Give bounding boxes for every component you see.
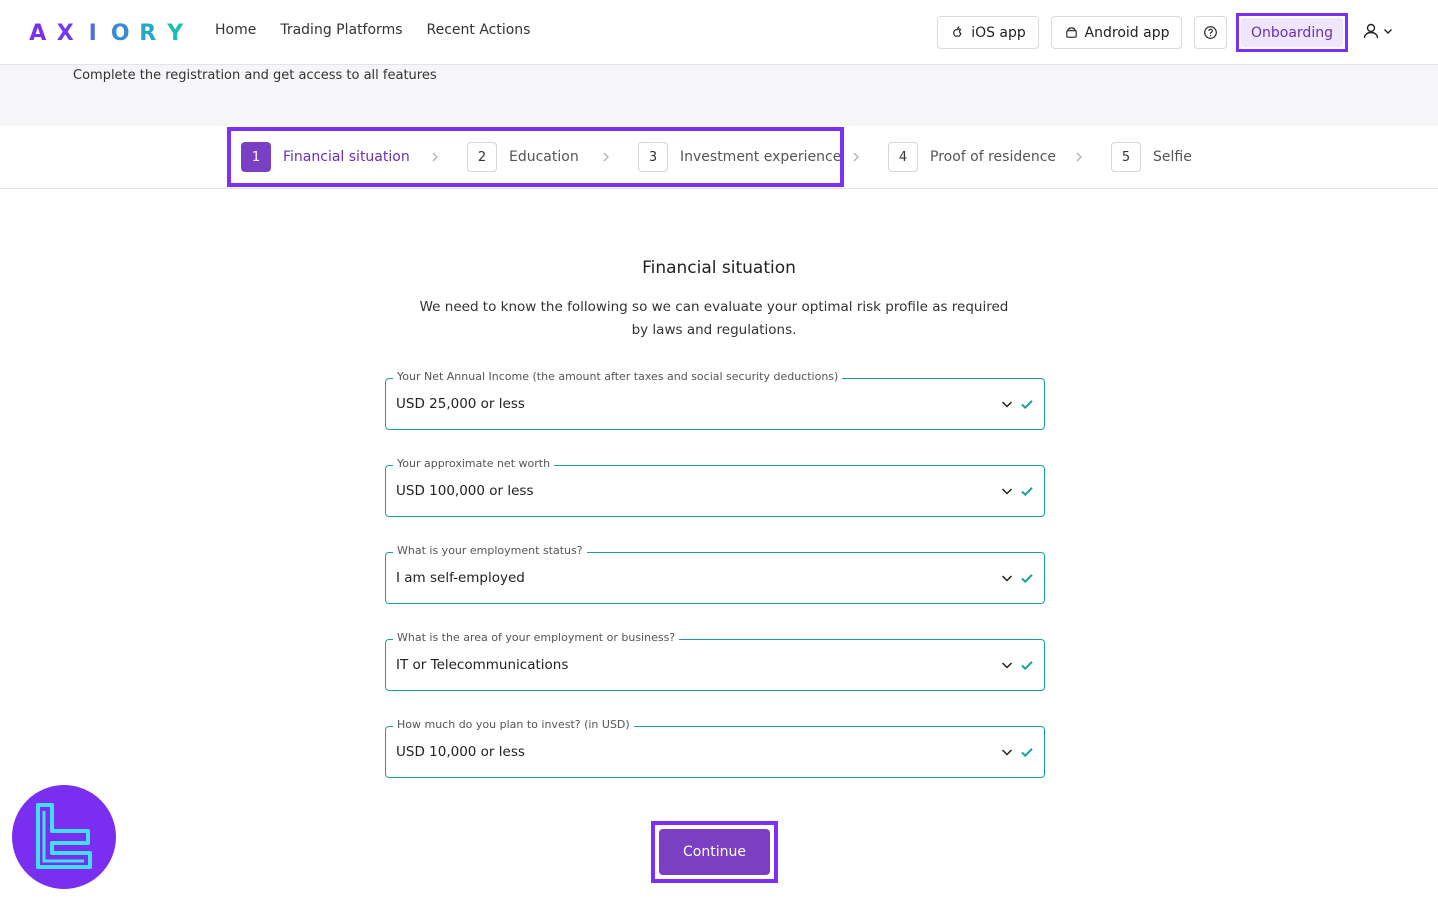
chevron-down-icon bbox=[1001, 749, 1013, 756]
step-education[interactable]: 2 Education bbox=[467, 142, 579, 172]
check-icon bbox=[1021, 574, 1033, 584]
employment-area-select[interactable]: What is the area of your employment or b… bbox=[385, 631, 1045, 691]
onboarding-button[interactable]: Onboarding bbox=[1241, 18, 1343, 47]
field-label: What is the area of your employment or b… bbox=[393, 631, 680, 644]
logo-letter: X bbox=[56, 20, 74, 46]
continue-highlight-box: Continue bbox=[651, 821, 778, 883]
step-number: 1 bbox=[241, 142, 271, 172]
axiory-logo[interactable]: A X I O R Y bbox=[24, 20, 189, 46]
field-value: I am self-employed bbox=[396, 570, 525, 586]
android-app-label: Android app bbox=[1084, 24, 1170, 41]
help-icon bbox=[1204, 26, 1217, 39]
logo-letter: I bbox=[88, 20, 97, 46]
step-number: 3 bbox=[638, 142, 668, 172]
nav-trading-platforms[interactable]: Trading Platforms bbox=[280, 22, 402, 38]
ios-app-label: iOS app bbox=[971, 24, 1026, 41]
logo-letter: A bbox=[29, 20, 47, 46]
form-title: Financial situation bbox=[642, 258, 796, 278]
onboarding-label: Onboarding bbox=[1251, 24, 1333, 41]
help-button[interactable] bbox=[1194, 16, 1227, 49]
field-value: IT or Telecommunications bbox=[396, 657, 569, 673]
step-label: Education bbox=[509, 149, 579, 165]
step-selfie[interactable]: 5 Selfie bbox=[1111, 142, 1192, 172]
field-value: USD 25,000 or less bbox=[396, 396, 525, 412]
check-icon bbox=[1021, 400, 1033, 410]
step-label: Financial situation bbox=[283, 149, 410, 165]
chevron-down-icon bbox=[1001, 488, 1013, 495]
step-number: 5 bbox=[1111, 142, 1141, 172]
field-label: How much do you plan to invest? (in USD) bbox=[393, 718, 634, 731]
nav-recent-actions[interactable]: Recent Actions bbox=[427, 22, 531, 38]
registration-banner: Complete the registration and get access… bbox=[0, 65, 1438, 126]
ios-app-button[interactable]: iOS app bbox=[937, 16, 1039, 49]
field-value: USD 10,000 or less bbox=[396, 744, 525, 760]
chevron-down-icon bbox=[1001, 575, 1013, 582]
check-icon bbox=[1021, 487, 1033, 497]
apple-icon bbox=[953, 26, 962, 37]
top-bar: A X I O R Y Home Trading Platforms Recen… bbox=[0, 0, 1438, 65]
step-number: 4 bbox=[888, 142, 918, 172]
step-financial-situation[interactable]: 1 Financial situation bbox=[241, 142, 410, 172]
field-value: USD 100,000 or less bbox=[396, 483, 534, 499]
chevron-down-icon bbox=[1384, 29, 1392, 34]
step-label: Investment experience bbox=[680, 149, 842, 165]
employment-status-select[interactable]: What is your employment status? I am sel… bbox=[385, 544, 1045, 604]
logo-letter: O bbox=[110, 20, 130, 46]
banner-text: Complete the registration and get access… bbox=[73, 68, 437, 83]
logo-letter: Y bbox=[167, 20, 184, 46]
chevron-down-icon bbox=[1001, 401, 1013, 408]
step-proof-of-residence[interactable]: 4 Proof of residence bbox=[888, 142, 1056, 172]
form-description: We need to know the following so we can … bbox=[419, 299, 1009, 338]
field-label: Your approximate net worth bbox=[393, 457, 555, 470]
check-icon bbox=[1021, 661, 1033, 671]
onboarding-button-highlight: Onboarding bbox=[1236, 13, 1348, 52]
watermark-logo bbox=[12, 785, 116, 889]
field-label: Your Net Annual Income (the amount after… bbox=[393, 370, 843, 383]
user-icon bbox=[1363, 23, 1379, 39]
chevron-right-icon bbox=[1076, 152, 1082, 162]
step-label: Selfie bbox=[1153, 149, 1192, 165]
main-nav: Home Trading Platforms Recent Actions bbox=[215, 22, 530, 38]
continue-button[interactable]: Continue bbox=[659, 829, 770, 875]
chevron-right-icon bbox=[603, 152, 609, 162]
tc-logo-icon bbox=[36, 803, 92, 869]
chevron-right-icon bbox=[853, 152, 859, 162]
net-worth-select[interactable]: Your approximate net worth USD 100,000 o… bbox=[385, 457, 1045, 517]
logo-letter: R bbox=[139, 20, 157, 46]
onboarding-stepper: 1 Financial situation 2 Education 3 Inve… bbox=[0, 126, 1438, 189]
net-annual-income-select[interactable]: Your Net Annual Income (the amount after… bbox=[385, 370, 1045, 430]
chevron-down-icon bbox=[1001, 662, 1013, 669]
android-icon bbox=[1065, 27, 1077, 38]
check-icon bbox=[1021, 748, 1033, 758]
step-label: Proof of residence bbox=[930, 149, 1057, 165]
user-menu[interactable] bbox=[1362, 22, 1394, 40]
planned-investment-select[interactable]: How much do you plan to invest? (in USD)… bbox=[385, 718, 1045, 778]
step-number: 2 bbox=[467, 142, 497, 172]
android-app-button[interactable]: Android app bbox=[1051, 16, 1182, 49]
chevron-right-icon bbox=[432, 152, 438, 162]
nav-home[interactable]: Home bbox=[215, 22, 256, 38]
step-investment-experience[interactable]: 3 Investment experience bbox=[638, 142, 841, 172]
field-label: What is your employment status? bbox=[393, 544, 587, 557]
